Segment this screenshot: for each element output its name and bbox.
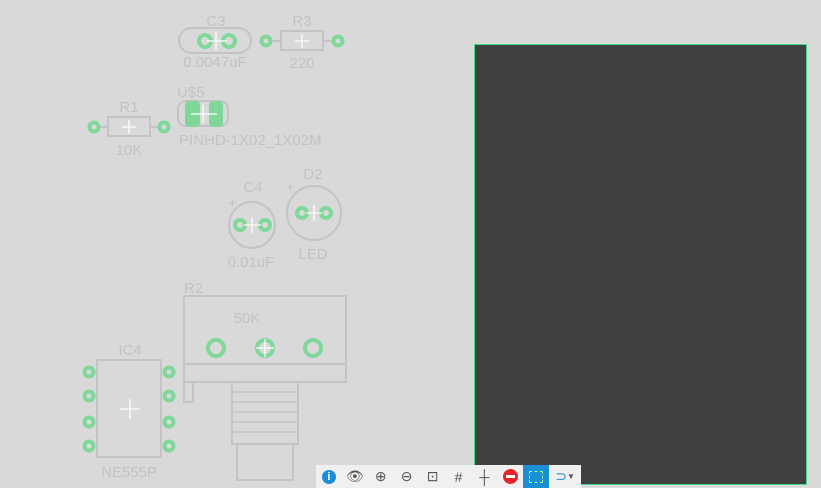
part-u5[interactable]: U$5 PINHD-1X02_1X02M [177, 84, 322, 149]
route-icon: ⊃ [555, 468, 567, 484]
fit-in-window-button[interactable]: ⊡ [420, 465, 446, 488]
zoom-in-button[interactable]: ⊕ [368, 465, 394, 488]
delete-button[interactable] [497, 465, 523, 488]
view-toolbar: i 👁 ⊕ ⊖ ⊡ # ┼ ⊃ ▼ [316, 465, 581, 488]
c3-value: 0.0047uF [183, 54, 246, 71]
grid-icon: # [454, 468, 463, 485]
pcb-board[interactable] [474, 44, 807, 485]
route-dropdown-button[interactable]: ⊃ ▼ [549, 465, 581, 488]
zoom-out-icon: ⊖ [400, 468, 413, 484]
center-button[interactable]: ┼ [471, 465, 497, 488]
c3-ref: C3 [206, 13, 225, 30]
part-c3[interactable]: C3 0.0047uF [178, 13, 252, 71]
chevron-down-icon: ▼ [567, 472, 575, 481]
part-r1[interactable]: R1 10K [87, 99, 171, 159]
u5-value: PINHD-1X02_1X02M [179, 132, 322, 149]
d2-ref: D2 [303, 166, 322, 183]
d2-value: LED [298, 246, 327, 263]
part-c4[interactable]: + C4 0.01uF [228, 179, 276, 271]
part-r3[interactable]: R3 220 [259, 13, 345, 72]
zoom-out-button[interactable]: ⊖ [394, 465, 420, 488]
u5-ref: U$5 [177, 84, 205, 101]
d2-plus: + [286, 179, 295, 196]
info-icon: i [321, 469, 336, 484]
ic4-value: NE555P [101, 464, 157, 481]
info-button[interactable]: i [316, 465, 342, 488]
zoom-in-icon: ⊕ [374, 468, 387, 484]
part-ic4[interactable]: IC4 NE555P [82, 342, 176, 481]
r3-value: 220 [289, 55, 314, 72]
view-button[interactable]: 👁 [342, 465, 368, 488]
eye-icon: 👁 [345, 468, 364, 484]
c4-plus: + [228, 195, 237, 212]
select-area-button[interactable] [523, 465, 550, 488]
part-r2[interactable]: R2 50K [183, 280, 347, 481]
r2-ref: R2 [184, 280, 203, 297]
c4-ref: C4 [243, 179, 262, 196]
r1-value: 10K [116, 142, 143, 159]
grid-button[interactable]: # [446, 465, 472, 488]
part-d2[interactable]: + D2 LED [286, 166, 342, 263]
c4-value: 0.01uF [228, 254, 275, 271]
crosshair-icon: ┼ [479, 468, 490, 485]
ic4-ref: IC4 [118, 342, 141, 359]
fit-window-icon: ⊡ [426, 468, 439, 484]
r2-value: 50K [234, 310, 261, 327]
r3-ref: R3 [292, 13, 311, 30]
select-area-icon [529, 470, 544, 483]
delete-icon [502, 469, 518, 484]
r1-ref: R1 [119, 99, 138, 116]
